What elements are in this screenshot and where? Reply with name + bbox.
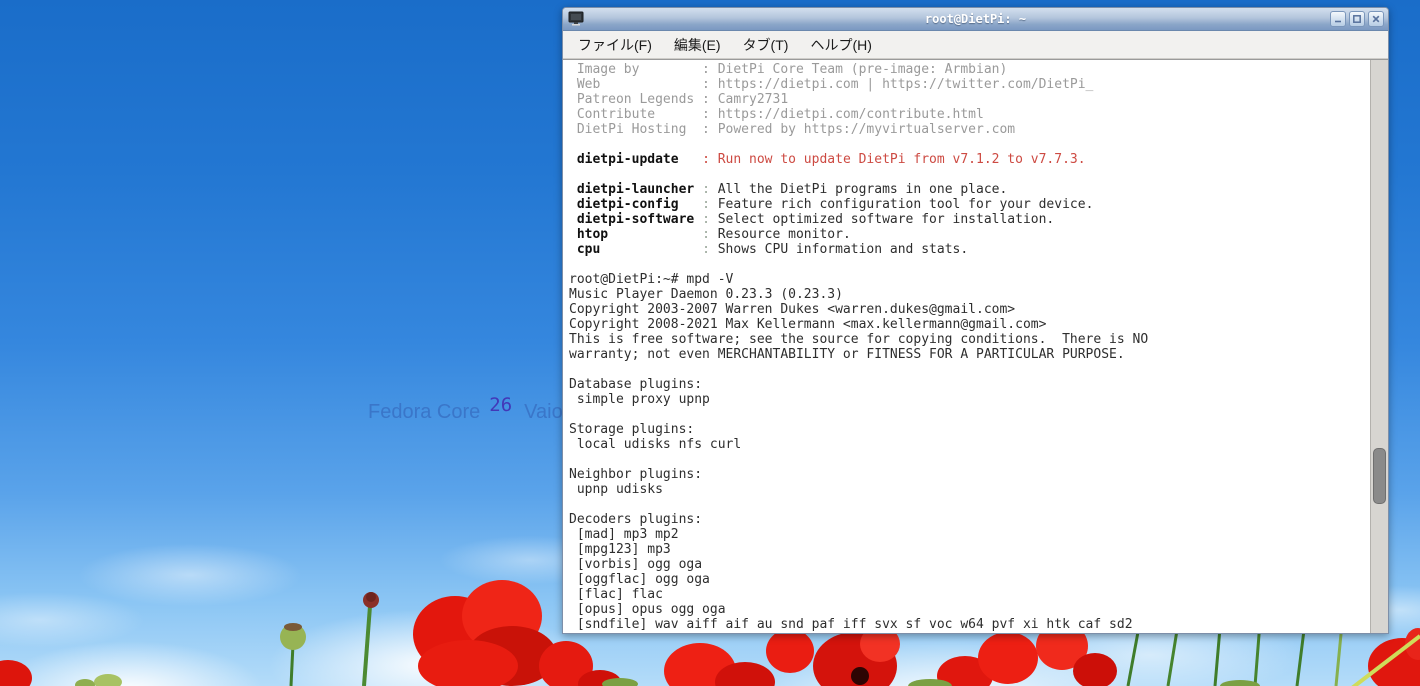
terminal-line: [opus] opus ogg oga (569, 602, 1388, 617)
terminal-line: DietPi Hosting : Powered by https://myvi… (569, 122, 1388, 137)
terminal-line (569, 497, 1388, 512)
terminal-line: Music Player Daemon 0.23.3 (0.23.3) (569, 287, 1388, 302)
terminal-line: [mpg123] mp3 (569, 542, 1388, 557)
window-titlebar[interactable]: root@DietPi: ~ (563, 8, 1388, 31)
terminal-line: [oggflac] ogg oga (569, 572, 1388, 587)
terminal-line: dietpi-update : Run now to update DietPi… (569, 152, 1388, 167)
terminal-line: Web : https://dietpi.com | https://twitt… (569, 77, 1388, 92)
close-button[interactable] (1368, 11, 1384, 27)
terminal-line: Database plugins: (569, 377, 1388, 392)
terminal-line: Contribute : https://dietpi.com/contribu… (569, 107, 1388, 122)
desktop-label-version: 26 (489, 394, 512, 416)
terminal-viewport[interactable]: Image by : DietPi Core Team (pre-image: … (563, 59, 1388, 633)
terminal-line (569, 167, 1388, 182)
terminal-line (569, 257, 1388, 272)
terminal-line: Decoders plugins: (569, 512, 1388, 527)
window-controls (1330, 11, 1384, 27)
terminal-line (569, 452, 1388, 467)
terminal-line: Neighbor plugins: (569, 467, 1388, 482)
maximize-button[interactable] (1349, 11, 1365, 27)
menu-file[interactable]: ファイル(F) (567, 31, 663, 59)
terminal-window: root@DietPi: ~ ファイル(F) 編集(E) タブ(T) ヘルプ(H… (562, 7, 1389, 634)
terminal-text: Image by : DietPi Core Team (pre-image: … (563, 60, 1388, 632)
terminal-line: [vorbis] ogg oga (569, 557, 1388, 572)
terminal-line: warranty; not even MERCHANTABILITY or FI… (569, 347, 1388, 362)
terminal-line: Patreon Legends : Camry2731 (569, 92, 1388, 107)
terminal-line: Copyright 2003-2007 Warren Dukes <warren… (569, 302, 1388, 317)
terminal-line: [sndfile] wav aiff aif au snd paf iff sv… (569, 617, 1388, 632)
terminal-line (569, 362, 1388, 377)
terminal-line: dietpi-config : Feature rich configurati… (569, 197, 1388, 212)
menu-help[interactable]: ヘルプ(H) (799, 31, 882, 59)
terminal-line: Copyright 2008-2021 Max Kellermann <max.… (569, 317, 1388, 332)
terminal-line: cpu : Shows CPU information and stats. (569, 242, 1388, 257)
terminal-line: local udisks nfs curl (569, 437, 1388, 452)
desktop-label: Fedora Core26Vaio (368, 401, 563, 424)
terminal-line: dietpi-software : Select optimized softw… (569, 212, 1388, 227)
terminal-line: root@DietPi:~# mpd -V (569, 272, 1388, 287)
terminal-line: simple proxy upnp (569, 392, 1388, 407)
terminal-line: This is free software; see the source fo… (569, 332, 1388, 347)
terminal-line: upnp udisks (569, 482, 1388, 497)
terminal-line (569, 407, 1388, 422)
terminal-line: dietpi-launcher : All the DietPi program… (569, 182, 1388, 197)
terminal-line: Storage plugins: (569, 422, 1388, 437)
terminal-line: [flac] flac (569, 587, 1388, 602)
terminal-line: htop : Resource monitor. (569, 227, 1388, 242)
minimize-button[interactable] (1330, 11, 1346, 27)
scrollbar-thumb[interactable] (1373, 448, 1386, 504)
terminal-scrollbar[interactable] (1370, 60, 1388, 633)
menubar: ファイル(F) 編集(E) タブ(T) ヘルプ(H) (563, 31, 1388, 59)
desktop-label-name: Fedora Core (368, 401, 480, 423)
window-title: root@DietPi: ~ (563, 8, 1388, 30)
terminal-line: [mad] mp3 mp2 (569, 527, 1388, 542)
desktop-label-vaio: Vaio (524, 401, 563, 423)
menu-tabs[interactable]: タブ(T) (732, 31, 800, 59)
menu-edit[interactable]: 編集(E) (663, 31, 732, 59)
terminal-line (569, 137, 1388, 152)
terminal-line: Image by : DietPi Core Team (pre-image: … (569, 62, 1388, 77)
